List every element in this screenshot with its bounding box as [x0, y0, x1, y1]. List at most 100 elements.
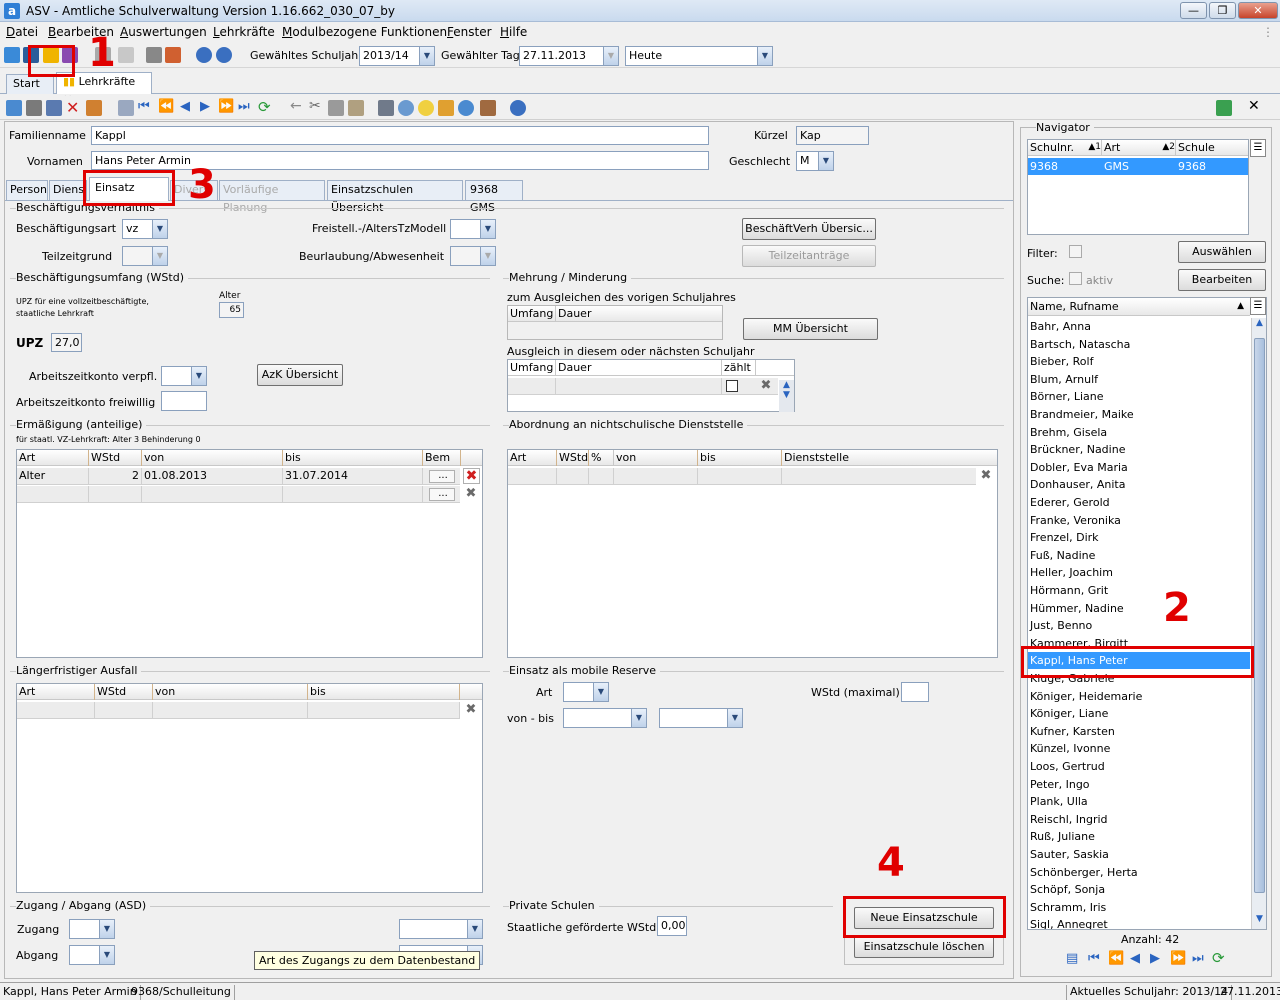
cell-art[interactable] — [17, 486, 89, 503]
edit-icon[interactable] — [86, 100, 102, 116]
cell[interactable] — [698, 468, 782, 485]
table-row[interactable]: Alter 2 01.08.2013 31.07.2014 ... — [17, 468, 460, 485]
list-item[interactable]: Reischl, Ingrid — [1028, 811, 1250, 828]
list-item[interactable]: Just, Benno — [1028, 617, 1250, 634]
delete-row-icon[interactable]: ✖ — [463, 702, 479, 718]
table-row[interactable]: ✖ — [508, 378, 778, 395]
new-window-icon[interactable] — [165, 47, 181, 63]
help-icon[interactable] — [216, 47, 232, 63]
list-scrollbar[interactable]: ▲ ▼ — [1251, 318, 1266, 929]
list-item[interactable]: Dobler, Eva Maria — [1028, 459, 1250, 476]
list-icon[interactable]: ▤ — [1066, 951, 1078, 966]
list-item[interactable]: Hümmer, Nadine — [1028, 600, 1250, 617]
delete-row-icon[interactable]: ✖ — [978, 468, 994, 484]
list-item[interactable]: Peter, Ingo — [1028, 776, 1250, 793]
cell[interactable] — [17, 702, 95, 719]
menu-hilfe[interactable]: Hilfe — [500, 25, 527, 39]
list-item[interactable]: Brehm, Gisela — [1028, 424, 1250, 441]
list-item[interactable]: Schönberger, Herta — [1028, 864, 1250, 881]
beschaeftverh-uebersicht-button[interactable]: BeschäftVerh Übersic... — [742, 218, 876, 240]
einsatzschule-loeschen-button[interactable]: Einsatzschule löschen — [854, 936, 994, 958]
cell[interactable] — [153, 702, 308, 719]
last-record-icon[interactable]: ⏭ — [1192, 951, 1204, 966]
table-row[interactable] — [508, 468, 976, 485]
scroll-up-icon[interactable]: ▲ — [779, 380, 794, 390]
chevron-down-icon[interactable]: ▼ — [467, 920, 482, 938]
chevron-down-icon[interactable]: ▼ — [152, 247, 167, 265]
list-item[interactable]: Schöpf, Sonja — [1028, 881, 1250, 898]
table-row[interactable]: ... — [17, 486, 460, 503]
chevron-down-icon[interactable]: ▼ — [419, 47, 434, 65]
schule-icon[interactable] — [4, 47, 20, 63]
cell[interactable] — [508, 468, 557, 485]
clean-icon[interactable] — [438, 100, 454, 116]
filter-checkbox[interactable] — [1069, 245, 1082, 258]
menu-auswertungen[interactable]: Auswertungen — [120, 25, 207, 39]
back-arrow-icon[interactable]: ← — [290, 98, 302, 114]
aktiv-checkbox[interactable] — [1069, 272, 1082, 285]
prev-page-icon[interactable]: ⏪ — [158, 99, 174, 114]
abgang-select[interactable]: ▼ — [69, 945, 115, 965]
chevron-down-icon[interactable]: ▼ — [99, 920, 114, 938]
cell-von[interactable]: 01.08.2013 — [142, 468, 283, 485]
subtab-9368-gms[interactable]: 9368 GMS — [465, 180, 523, 214]
chevron-down-icon[interactable]: ▼ — [727, 709, 742, 727]
list-item[interactable]: Bahr, Anna — [1028, 318, 1250, 335]
list-item[interactable]: Brückner, Nadine — [1028, 441, 1250, 458]
cell-art[interactable]: Alter — [17, 468, 89, 485]
maximize-button[interactable]: ❐ — [1209, 2, 1236, 19]
list-item[interactable]: Hörmann, Grit — [1028, 582, 1250, 599]
chevron-down-icon[interactable]: ▼ — [480, 220, 495, 238]
first-record-icon[interactable]: ⏮ — [138, 99, 150, 114]
list-item[interactable]: Schramm, Iris — [1028, 899, 1250, 916]
bearbeiten-button[interactable]: Bearbeiten — [1178, 269, 1266, 291]
list-item[interactable]: Sigl, Annegret — [1028, 916, 1250, 929]
close-window-button[interactable]: ✕ — [1238, 2, 1278, 19]
menu-datei[interactable]: Datei — [6, 25, 38, 39]
cell-umfang[interactable] — [508, 378, 556, 395]
mobile-art-select[interactable]: ▼ — [563, 682, 609, 702]
tab-start[interactable]: Start ✕ — [6, 74, 54, 108]
prev-record-icon[interactable]: ◀ — [180, 99, 190, 114]
column-chooser-icon[interactable]: ☰ — [1250, 297, 1266, 315]
azk-verpfl-select[interactable]: ▼ — [161, 366, 207, 386]
col-schule[interactable]: Schule — [1176, 140, 1248, 156]
cell-wstd[interactable]: 2 — [89, 468, 142, 485]
help-icon[interactable] — [510, 100, 526, 116]
table-row-selected[interactable]: 9368 GMS 9368 — [1028, 158, 1248, 175]
list-item[interactable]: Blum, Arnulf — [1028, 371, 1250, 388]
auswaehlen-button[interactable]: Auswählen — [1178, 241, 1266, 263]
geschlecht-select[interactable]: M ▼ — [796, 151, 834, 171]
list-item[interactable]: Sauter, Saskia — [1028, 846, 1250, 863]
chevron-down-icon[interactable]: ▼ — [99, 946, 114, 964]
hint-icon[interactable] — [418, 100, 434, 116]
paste-icon[interactable] — [348, 100, 364, 116]
cell-bis[interactable]: 31.07.2014 — [283, 468, 423, 485]
info-icon[interactable] — [196, 47, 212, 63]
cell[interactable] — [308, 702, 460, 719]
cell[interactable] — [95, 702, 153, 719]
delete-row-icon[interactable]: ✖ — [463, 468, 480, 484]
freistell-select[interactable]: ▼ — [450, 219, 496, 239]
cell-bis[interactable] — [283, 486, 423, 503]
vornamen-input[interactable]: Hans Peter Armin — [91, 151, 709, 170]
mobile-bis-select[interactable]: ▼ — [659, 708, 743, 728]
col-art[interactable]: Art ▲2 — [1102, 140, 1176, 156]
menu-fenster[interactable]: Fenster — [447, 25, 492, 39]
list-item[interactable]: Loos, Gertrud — [1028, 758, 1250, 775]
zugang-datum-select[interactable]: ▼ — [399, 919, 483, 939]
next-page-icon[interactable]: ⏩ — [1170, 951, 1186, 966]
scroll-down-icon[interactable]: ▼ — [1252, 914, 1266, 924]
mobile-wstd-input[interactable] — [901, 682, 929, 702]
familienname-input[interactable]: Kappl — [91, 126, 709, 145]
list-item[interactable]: Bartsch, Natascha — [1028, 336, 1250, 353]
cell-von[interactable] — [142, 486, 283, 503]
sync-icon[interactable] — [1216, 100, 1232, 116]
new-icon[interactable] — [6, 100, 22, 116]
scroll-thumb[interactable] — [1254, 338, 1265, 893]
refresh-icon[interactable]: ⟳ — [258, 98, 271, 116]
list-item[interactable]: Donhauser, Anita — [1028, 476, 1250, 493]
list-item[interactable]: Franke, Veronika — [1028, 512, 1250, 529]
list-item[interactable]: Börner, Liane — [1028, 388, 1250, 405]
bem-button[interactable]: ... — [429, 470, 455, 483]
